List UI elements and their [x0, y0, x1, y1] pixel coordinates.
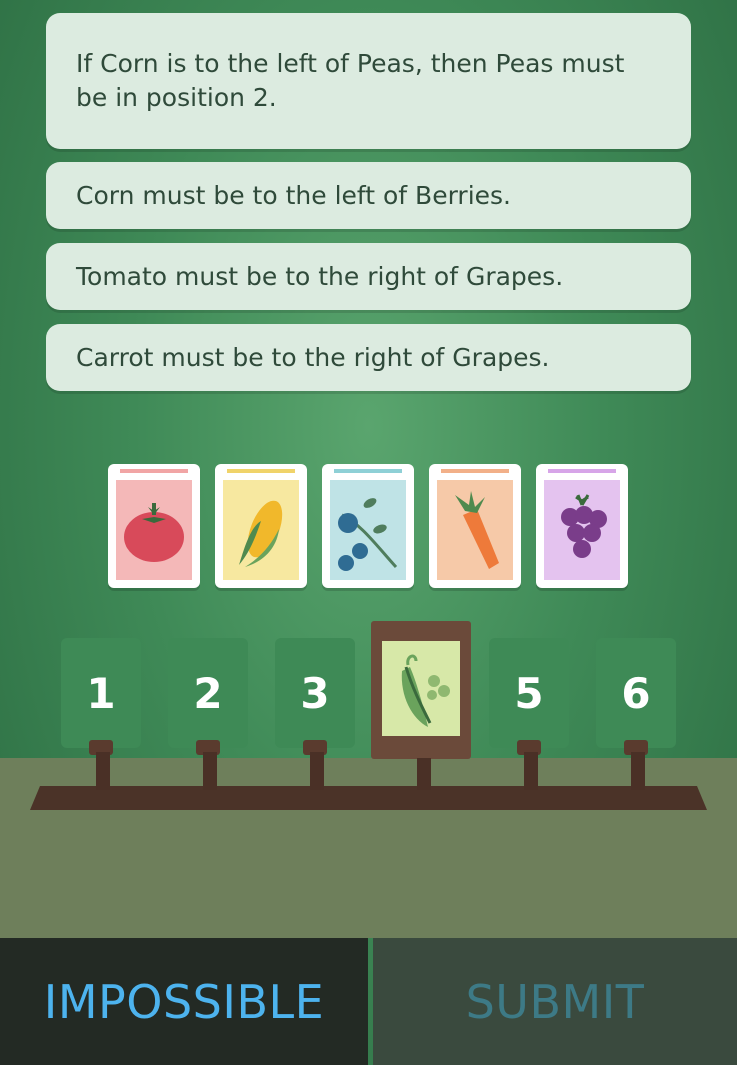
peas-packet-art	[382, 641, 460, 736]
post-2	[203, 752, 217, 790]
seed-packet-grapes[interactable]	[536, 464, 628, 588]
corn-icon	[239, 500, 283, 567]
slot-3-label: 3	[300, 668, 330, 718]
impossible-button[interactable]: IMPOSSIBLE	[0, 938, 368, 1065]
seed-packet-corn[interactable]	[215, 464, 307, 588]
clue-text-4: Carrot must be to the right of Grapes.	[76, 342, 550, 372]
clue-card-2: Corn must be to the left of Berries.	[46, 162, 691, 229]
slot-5[interactable]: 5	[489, 638, 569, 748]
post-3	[310, 752, 324, 790]
post-4	[417, 758, 431, 790]
slot-1-label: 1	[86, 668, 116, 718]
seed-packet-berries[interactable]	[322, 464, 414, 588]
seed-packet-carrot[interactable]	[429, 464, 521, 588]
soil-row	[30, 786, 707, 810]
grapes-icon	[561, 494, 607, 558]
slot-2-label: 2	[193, 668, 223, 718]
clue-text-1: If Corn is to the left of Peas, then Pea…	[76, 49, 625, 112]
post-5	[524, 752, 538, 790]
slot-3[interactable]: 3	[275, 638, 355, 748]
tomato-icon	[124, 503, 184, 562]
clue-text-3: Tomato must be to the right of Grapes.	[76, 261, 564, 291]
seed-packet-tomato[interactable]	[108, 464, 200, 588]
slot-5-label: 5	[514, 668, 544, 718]
clue-card-4: Carrot must be to the right of Grapes.	[46, 324, 691, 391]
slot-6-label: 6	[621, 668, 651, 718]
slot-6[interactable]: 6	[596, 638, 676, 748]
slot-1[interactable]: 1	[61, 638, 141, 748]
clue-text-2: Corn must be to the left of Berries.	[76, 180, 511, 210]
post-1	[96, 752, 110, 790]
clue-card-3: Tomato must be to the right of Grapes.	[46, 243, 691, 310]
post-6	[631, 752, 645, 790]
impossible-button-label: IMPOSSIBLE	[43, 974, 325, 1029]
slot-2[interactable]: 2	[168, 638, 248, 748]
garden-ground	[0, 758, 737, 938]
clue-card-1: If Corn is to the left of Peas, then Pea…	[46, 13, 691, 149]
carrot-icon	[455, 491, 499, 569]
slot-4-peas[interactable]	[371, 621, 471, 759]
submit-button[interactable]: SUBMIT	[373, 938, 737, 1065]
peas-icon	[401, 654, 450, 727]
submit-button-label: SUBMIT	[465, 974, 645, 1029]
berries-icon	[338, 498, 398, 571]
